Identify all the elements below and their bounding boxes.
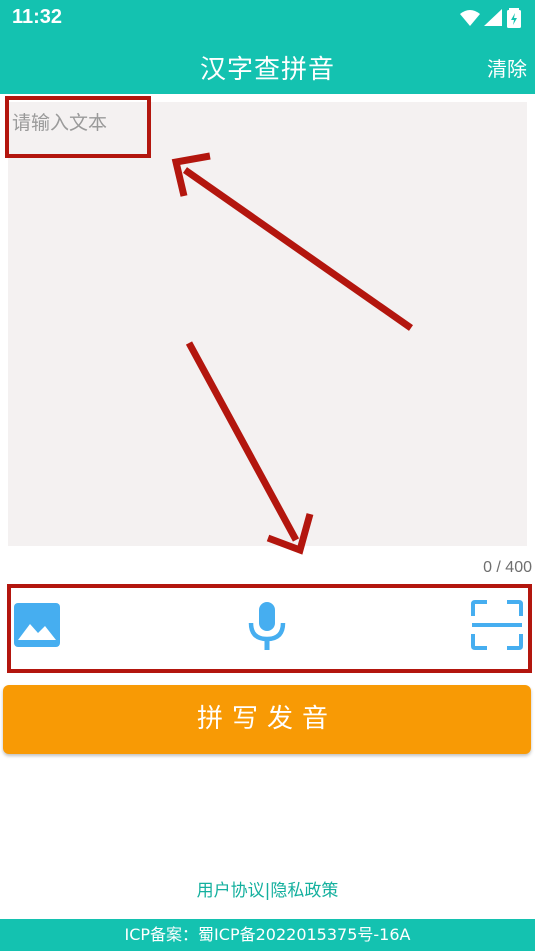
app-bar: 汉字查拼音 清除 [0,36,535,94]
icp-bar: ICP备案：蜀ICP备2022015375号-16A [0,919,535,951]
icp-text[interactable]: ICP备案：蜀ICP备2022015375号-16A [125,925,411,944]
scan-icon [471,600,523,650]
image-button[interactable] [13,602,61,648]
user-agreement-link[interactable]: 用户协议 [197,881,265,901]
status-icons [459,7,521,29]
character-counter: 0 / 400 [483,559,532,576]
image-icon [14,603,60,647]
status-time: 11:32 [12,6,63,28]
microphone-icon [248,602,286,650]
spell-pronounce-button[interactable]: 拼写发音 [3,685,531,754]
tool-row [0,586,535,670]
page-title: 汉字查拼音 [199,55,335,85]
clear-button[interactable]: 清除 [487,53,527,82]
microphone-button[interactable] [247,600,287,652]
signal-icon [484,9,502,26]
wifi-icon [460,10,480,26]
privacy-policy-link[interactable]: 隐私政策 [270,881,338,901]
footer-links: 用户协议|隐私政策 [0,876,535,901]
status-bar: 11:32 [0,0,535,36]
scan-button[interactable] [470,599,524,651]
battery-charging-icon [507,8,521,28]
text-input[interactable] [8,102,527,546]
